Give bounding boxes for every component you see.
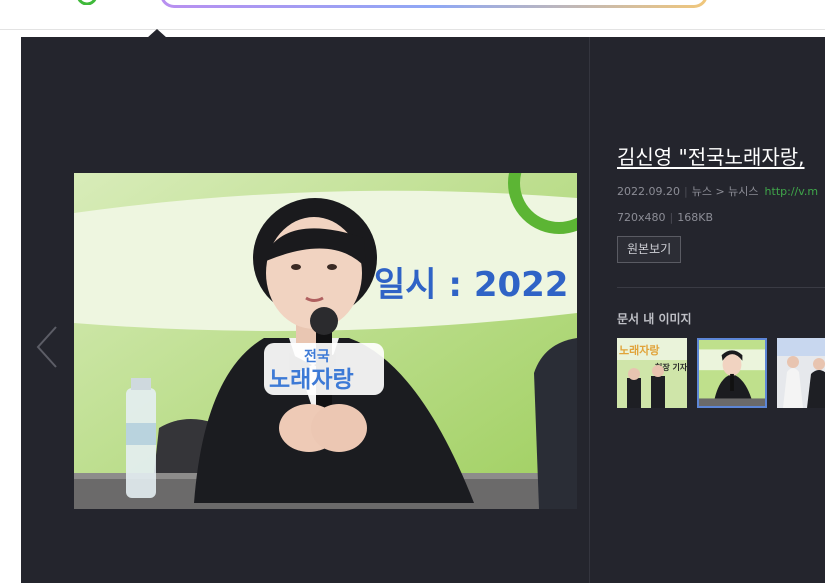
badge-line1: 전국	[304, 348, 330, 365]
view-original-button[interactable]: 원본보기	[617, 236, 682, 263]
image-title[interactable]: 김신영 "전국노래자랑,	[617, 141, 825, 170]
main-image: 일시 : 2022 전국 노래자랑	[74, 173, 577, 509]
image-stage: 일시 : 2022 전국 노래자랑	[21, 37, 589, 583]
thumbnail-3[interactable]	[777, 338, 825, 408]
panel-divider	[589, 37, 590, 583]
thumbnail-1[interactable]: 노래자랑 현장 기자	[617, 338, 687, 408]
panel-separator	[617, 287, 825, 288]
meta-arrow: >	[715, 185, 725, 198]
thumbnail-strip: 노래자랑 현장 기자	[617, 338, 825, 410]
search-input[interactable]	[160, 0, 708, 8]
meta-url[interactable]: http://v.m	[765, 185, 819, 198]
meta-category[interactable]: 뉴스	[692, 185, 712, 198]
top-bar	[0, 0, 825, 30]
logo	[77, 0, 97, 5]
doc-images-label: 문서 내 이미지	[617, 312, 692, 326]
info-panel: 김신영 "전국노래자랑, 2022.09.20 | 뉴스 > 뉴시스 http://v…	[617, 37, 825, 583]
meta-source[interactable]: 뉴시스	[728, 185, 758, 198]
sign-text: 일시 : 2022	[374, 265, 568, 305]
badge-line2: 노래자랑	[269, 367, 354, 393]
thumb1-text-1: 노래자랑	[619, 343, 659, 357]
chevron-left-icon[interactable]	[35, 325, 59, 369]
image-dimensions: 720x480	[617, 211, 666, 224]
file-size: 168KB	[677, 211, 713, 224]
meta-date: 2022.09.20	[617, 185, 680, 198]
meta-line: 2022.09.20 | 뉴스 > 뉴시스 http://v.m	[617, 185, 819, 198]
thumbnail-2[interactable]	[697, 338, 767, 408]
image-viewer: 일시 : 2022 전국 노래자랑 김신영 "전국노래자랑, 2022.09.2…	[21, 37, 825, 583]
file-info: 720x480 | 168KB	[617, 211, 713, 224]
